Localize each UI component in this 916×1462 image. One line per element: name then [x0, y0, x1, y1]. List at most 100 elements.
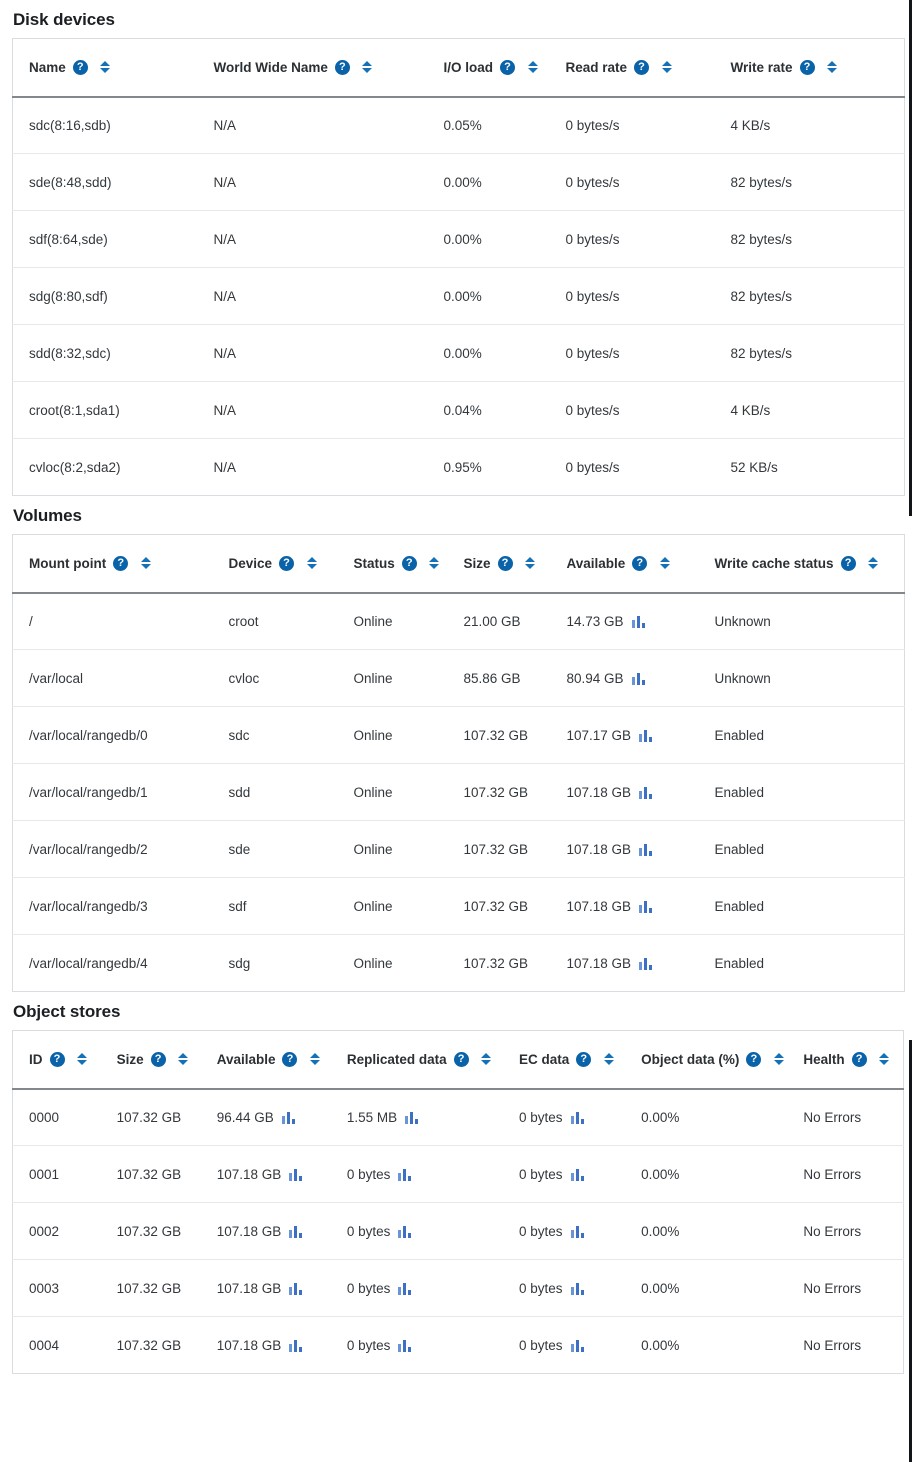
help-icon[interactable]: ?	[454, 1052, 469, 1067]
table-row[interactable]: sdd(8:32,sdc)N/A0.00%0 bytes/s82 bytes/s	[13, 325, 905, 382]
bar-chart-icon[interactable]	[571, 1168, 584, 1181]
help-icon[interactable]: ?	[632, 556, 647, 571]
col-header-available[interactable]: Available?	[201, 1031, 331, 1089]
sort-icon[interactable]	[525, 557, 536, 569]
bar-chart-icon[interactable]	[632, 615, 645, 628]
sort-icon[interactable]	[362, 61, 373, 73]
table-row[interactable]: croot(8:1,sda1)N/A0.04%0 bytes/s4 KB/s	[13, 382, 905, 439]
bar-chart-icon[interactable]	[398, 1339, 411, 1352]
col-header-mount-point[interactable]: Mount point?	[13, 535, 213, 593]
sort-icon[interactable]	[309, 1053, 320, 1065]
table-row[interactable]: /var/local/rangedb/2 sde Online 107.32 G…	[13, 821, 905, 878]
sort-icon[interactable]	[603, 1053, 614, 1065]
table-row[interactable]: /var/local/rangedb/3 sdf Online 107.32 G…	[13, 878, 905, 935]
help-icon[interactable]: ?	[279, 556, 294, 571]
sort-icon[interactable]	[100, 61, 111, 73]
table-row[interactable]: sdf(8:64,sde)N/A0.00%0 bytes/s82 bytes/s	[13, 211, 905, 268]
bar-chart-icon[interactable]	[639, 957, 652, 970]
help-icon[interactable]: ?	[335, 60, 350, 75]
help-icon[interactable]: ?	[282, 1052, 297, 1067]
table-row[interactable]: 0003 107.32 GB 107.18 GB 0 bytes 0 bytes…	[13, 1260, 904, 1317]
sort-icon[interactable]	[178, 1053, 189, 1065]
help-icon[interactable]: ?	[151, 1052, 166, 1067]
scroll-rail-top[interactable]	[909, 0, 912, 516]
col-header-io-load[interactable]: I/O load ?	[428, 39, 550, 97]
col-header-id[interactable]: ID?	[13, 1031, 101, 1089]
sort-icon[interactable]	[77, 1053, 88, 1065]
help-icon[interactable]: ?	[746, 1052, 761, 1067]
sort-icon[interactable]	[140, 557, 151, 569]
table-row[interactable]: /var/local/rangedb/4 sdg Online 107.32 G…	[13, 935, 905, 992]
bar-chart-icon[interactable]	[639, 729, 652, 742]
table-row[interactable]: 0004 107.32 GB 107.18 GB 0 bytes 0 bytes…	[13, 1317, 904, 1374]
bar-chart-icon[interactable]	[571, 1225, 584, 1238]
sort-icon[interactable]	[868, 557, 879, 569]
bar-chart-icon[interactable]	[405, 1111, 418, 1124]
help-icon[interactable]: ?	[634, 60, 649, 75]
help-icon[interactable]: ?	[50, 1052, 65, 1067]
col-header-name[interactable]: Name ?	[13, 39, 198, 97]
table-row[interactable]: 0000 107.32 GB 96.44 GB 1.55 MB 0 bytes …	[13, 1089, 904, 1146]
col-header-size[interactable]: Size?	[101, 1031, 201, 1089]
col-header-write-cache-status[interactable]: Write cache status?	[699, 535, 905, 593]
col-header-write-rate[interactable]: Write rate ?	[715, 39, 905, 97]
cell-replicated-data: 0 bytes	[331, 1146, 503, 1203]
table-row[interactable]: 0002 107.32 GB 107.18 GB 0 bytes 0 bytes…	[13, 1203, 904, 1260]
bar-chart-icon[interactable]	[398, 1225, 411, 1238]
help-icon[interactable]: ?	[113, 556, 128, 571]
table-row[interactable]: sdc(8:16,sdb)N/A0.05%0 bytes/s4 KB/s	[13, 97, 905, 154]
help-icon[interactable]: ?	[498, 556, 513, 571]
table-row[interactable]: sdg(8:80,sdf)N/A0.00%0 bytes/s82 bytes/s	[13, 268, 905, 325]
bar-chart-icon[interactable]	[571, 1111, 584, 1124]
sort-icon[interactable]	[527, 61, 538, 73]
bar-chart-icon[interactable]	[632, 672, 645, 685]
table-row[interactable]: /var/local/rangedb/1 sdd Online 107.32 G…	[13, 764, 905, 821]
bar-chart-icon[interactable]	[571, 1282, 584, 1295]
cell-ec-data: 0 bytes	[503, 1260, 625, 1317]
cell-io-load: 0.00%	[428, 154, 550, 211]
bar-chart-icon[interactable]	[639, 900, 652, 913]
col-header-available[interactable]: Available?	[551, 535, 699, 593]
help-icon[interactable]: ?	[841, 556, 856, 571]
col-header-world-wide-name[interactable]: World Wide Name ?	[198, 39, 428, 97]
sort-icon[interactable]	[661, 61, 672, 73]
help-icon[interactable]: ?	[576, 1052, 591, 1067]
help-icon[interactable]: ?	[852, 1052, 867, 1067]
bar-chart-icon[interactable]	[639, 786, 652, 799]
bar-chart-icon[interactable]	[398, 1282, 411, 1295]
sort-icon[interactable]	[827, 61, 838, 73]
col-header-status[interactable]: Status?	[338, 535, 448, 593]
help-icon[interactable]: ?	[73, 60, 88, 75]
table-row[interactable]: /var/local cvloc Online 85.86 GB 80.94 G…	[13, 650, 905, 707]
col-header-device[interactable]: Device?	[213, 535, 338, 593]
bar-chart-icon[interactable]	[289, 1225, 302, 1238]
bar-chart-icon[interactable]	[289, 1168, 302, 1181]
bar-chart-icon[interactable]	[289, 1282, 302, 1295]
sort-icon[interactable]	[773, 1053, 784, 1065]
help-icon[interactable]: ?	[800, 60, 815, 75]
sort-icon[interactable]	[481, 1053, 492, 1065]
bar-chart-icon[interactable]	[282, 1111, 295, 1124]
bar-chart-icon[interactable]	[289, 1339, 302, 1352]
sort-icon[interactable]	[659, 557, 670, 569]
col-header-health[interactable]: Health?	[787, 1031, 903, 1089]
bar-chart-icon[interactable]	[639, 843, 652, 856]
table-row[interactable]: / croot Online 21.00 GB 14.73 GB Unknown	[13, 593, 905, 650]
sort-icon[interactable]	[306, 557, 317, 569]
col-header-read-rate[interactable]: Read rate ?	[550, 39, 715, 97]
table-row[interactable]: /var/local/rangedb/0 sdc Online 107.32 G…	[13, 707, 905, 764]
col-header-object-data-pct[interactable]: Object data (%)?	[625, 1031, 787, 1089]
sort-icon[interactable]	[429, 557, 440, 569]
help-icon[interactable]: ?	[500, 60, 515, 75]
col-header-replicated-data[interactable]: Replicated data?	[331, 1031, 503, 1089]
table-row[interactable]: sde(8:48,sdd)N/A0.00%0 bytes/s82 bytes/s	[13, 154, 905, 211]
bar-chart-icon[interactable]	[571, 1339, 584, 1352]
col-header-size[interactable]: Size?	[448, 535, 551, 593]
scroll-rail-bottom[interactable]	[909, 1040, 912, 1462]
sort-icon[interactable]	[879, 1053, 890, 1065]
col-header-ec-data[interactable]: EC data?	[503, 1031, 625, 1089]
help-icon[interactable]: ?	[402, 556, 417, 571]
table-row[interactable]: cvloc(8:2,sda2)N/A0.95%0 bytes/s52 KB/s	[13, 439, 905, 496]
bar-chart-icon[interactable]	[398, 1168, 411, 1181]
table-row[interactable]: 0001 107.32 GB 107.18 GB 0 bytes 0 bytes…	[13, 1146, 904, 1203]
